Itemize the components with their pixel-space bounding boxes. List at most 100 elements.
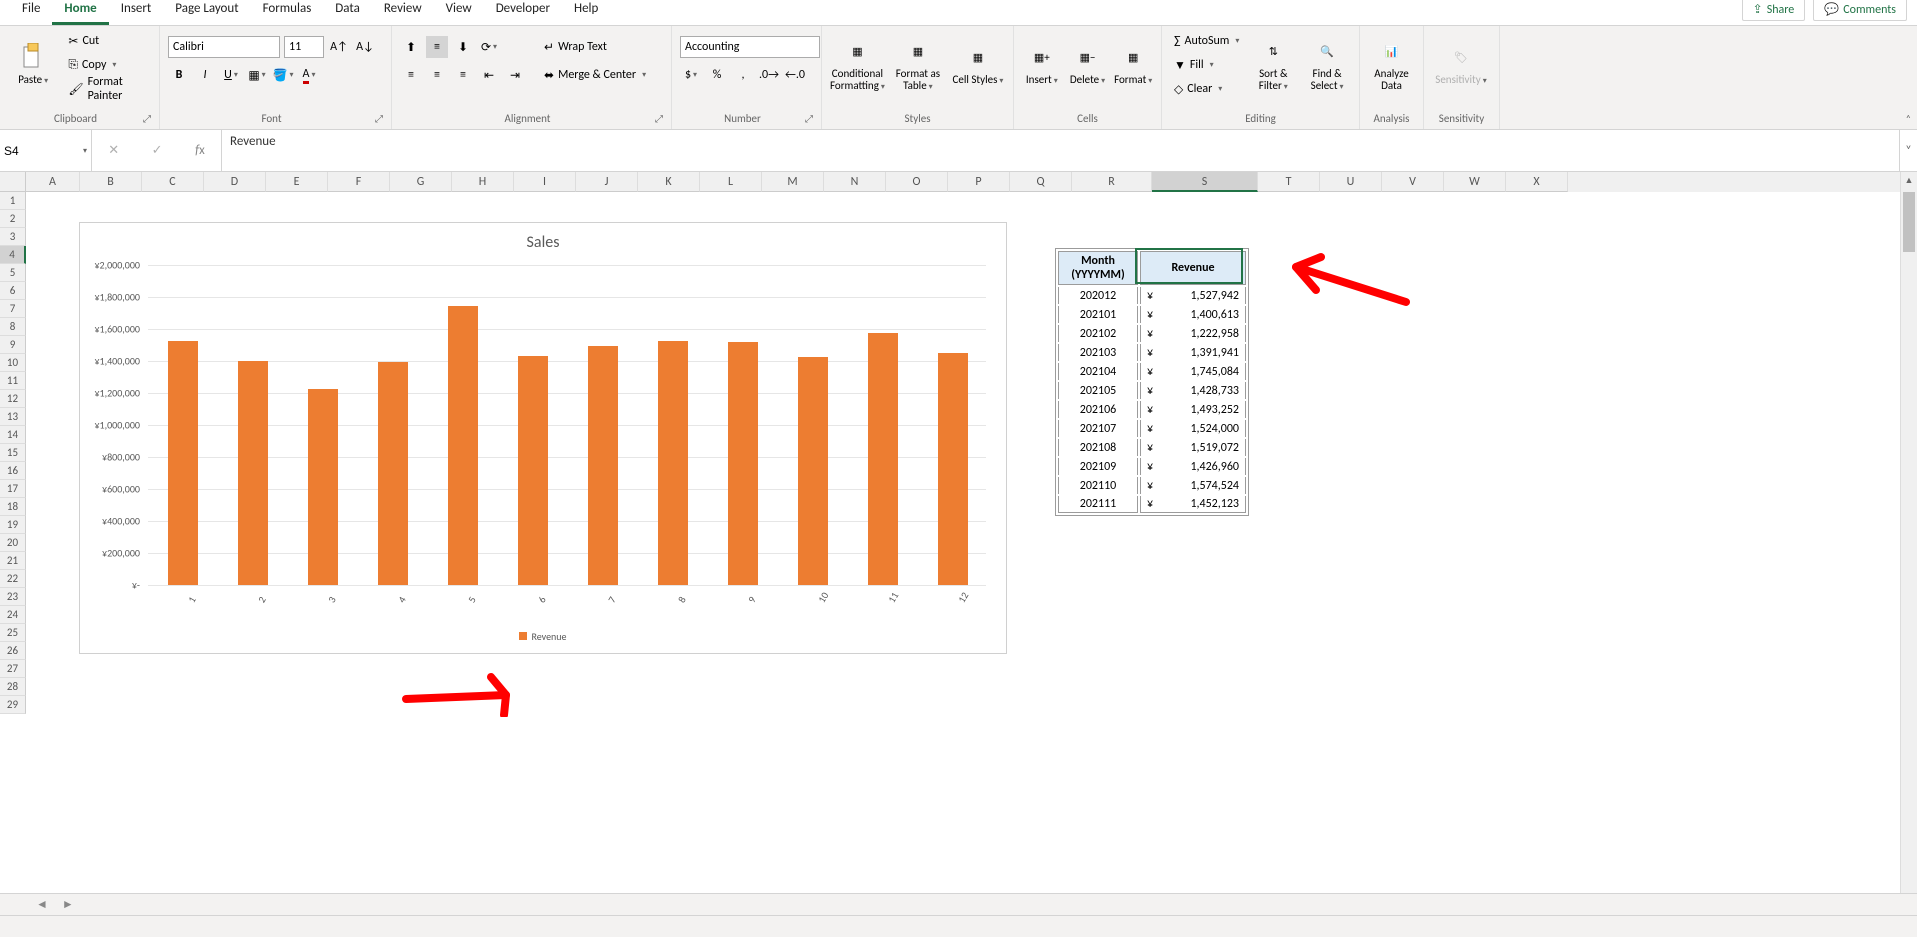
cell-revenue-wrap[interactable]: ¥1,391,941	[1140, 344, 1246, 361]
number-format-select[interactable]	[680, 36, 820, 58]
sort-filter-button[interactable]: ⇅Sort & Filter	[1249, 30, 1297, 100]
delete-cells-button[interactable]: ▦−Delete	[1068, 30, 1108, 100]
orientation-icon[interactable]: ⟳	[478, 36, 500, 58]
number-launcher-icon[interactable]: ⤢	[805, 112, 813, 125]
align-bottom-icon[interactable]: ⬇	[452, 36, 474, 58]
column-header[interactable]: E	[266, 172, 328, 192]
share-button[interactable]: ⇪ Share	[1742, 0, 1806, 21]
chart-bar[interactable]	[308, 389, 338, 585]
scroll-up-icon[interactable]: ▲	[1901, 172, 1917, 189]
column-header[interactable]: L	[700, 172, 762, 192]
cell-month[interactable]: 202109	[1058, 458, 1138, 475]
accounting-format-icon[interactable]: $	[680, 64, 702, 86]
decrease-font-icon[interactable]: A↓	[354, 36, 376, 58]
row-header[interactable]: 20	[0, 534, 26, 552]
column-header[interactable]: N	[824, 172, 886, 192]
conditional-formatting-button[interactable]: ▦Conditional Formatting	[830, 30, 885, 100]
font-color-button[interactable]: A	[298, 64, 320, 86]
sheet-nav-prev-icon[interactable]: ◄	[30, 897, 54, 912]
cell-revenue-wrap[interactable]: ¥1,493,252	[1140, 401, 1246, 418]
table-row[interactable]: 202106¥1,493,252	[1058, 401, 1246, 418]
comments-button[interactable]: 💬 Comments	[1813, 0, 1907, 21]
cell-month[interactable]: 202103	[1058, 344, 1138, 361]
row-header[interactable]: 27	[0, 660, 26, 678]
name-box-dropdown-icon[interactable]: ▾	[83, 146, 87, 156]
column-header[interactable]: C	[142, 172, 204, 192]
row-header[interactable]: 25	[0, 624, 26, 642]
cell-revenue-wrap[interactable]: ¥1,745,084	[1140, 363, 1246, 380]
cell-month[interactable]: 202108	[1058, 439, 1138, 456]
clipboard-launcher-icon[interactable]: ⤢	[143, 112, 151, 125]
align-right-icon[interactable]: ≡	[452, 64, 474, 86]
cell-styles-button[interactable]: ▦Cell Styles	[951, 30, 1005, 100]
cell-month[interactable]: 202104	[1058, 363, 1138, 380]
chart-bar[interactable]	[448, 306, 478, 585]
cell-month[interactable]: 202012	[1058, 287, 1138, 304]
column-header[interactable]: H	[452, 172, 514, 192]
row-header[interactable]: 14	[0, 426, 26, 444]
cell-month[interactable]: 202107	[1058, 420, 1138, 437]
decrease-indent-icon[interactable]: ⇤	[478, 64, 500, 86]
clear-button[interactable]: ◇Clear	[1170, 78, 1243, 100]
cell-revenue-wrap[interactable]: ¥1,574,524	[1140, 477, 1246, 494]
bold-button[interactable]: B	[168, 64, 190, 86]
enter-formula-icon[interactable]: ✓	[152, 143, 163, 158]
row-header[interactable]: 7	[0, 300, 26, 318]
cell-month[interactable]: 202111	[1058, 496, 1138, 513]
row-header[interactable]: 12	[0, 390, 26, 408]
cell-revenue-wrap[interactable]: ¥1,524,000	[1140, 420, 1246, 437]
tab-file[interactable]: File	[10, 0, 52, 25]
column-header[interactable]: G	[390, 172, 452, 192]
insert-cells-button[interactable]: ▦+Insert	[1022, 30, 1062, 100]
column-header[interactable]: W	[1444, 172, 1506, 192]
column-header[interactable]: Q	[1010, 172, 1072, 192]
expand-formula-bar-icon[interactable]: ˅	[1899, 130, 1917, 171]
cut-button[interactable]: ✂Cut	[64, 30, 151, 52]
column-header[interactable]: X	[1506, 172, 1568, 192]
collapse-ribbon-icon[interactable]: ˄	[1906, 112, 1911, 125]
fill-button[interactable]: ▼Fill	[1170, 54, 1243, 76]
row-header[interactable]: 6	[0, 282, 26, 300]
format-cells-button[interactable]: ▦Format	[1113, 30, 1153, 100]
find-select-button[interactable]: 🔍Find & Select	[1303, 30, 1351, 100]
table-row[interactable]: 202101¥1,400,613	[1058, 306, 1246, 323]
sheet-nav-next-icon[interactable]: ►	[56, 897, 80, 912]
name-box[interactable]: ▾	[0, 130, 92, 171]
sheet-tab-bar[interactable]: ◄ ►	[0, 893, 1917, 915]
scroll-thumb[interactable]	[1903, 192, 1915, 252]
cell-revenue-wrap[interactable]: ¥1,519,072	[1140, 439, 1246, 456]
cancel-formula-icon[interactable]: ✕	[108, 143, 119, 158]
tab-view[interactable]: View	[434, 0, 484, 25]
chart-bar[interactable]	[868, 333, 898, 585]
tab-review[interactable]: Review	[372, 0, 434, 25]
fill-color-button[interactable]: 🪣	[272, 64, 294, 86]
row-header[interactable]: 19	[0, 516, 26, 534]
column-header[interactable]: V	[1382, 172, 1444, 192]
cell-month[interactable]: 202105	[1058, 382, 1138, 399]
increase-font-icon[interactable]: A↑	[328, 36, 350, 58]
column-header[interactable]: B	[80, 172, 142, 192]
format-as-table-button[interactable]: ▦Format as Table	[891, 30, 945, 100]
row-header[interactable]: 5	[0, 264, 26, 282]
column-header[interactable]: D	[204, 172, 266, 192]
cell-month[interactable]: 202101	[1058, 306, 1138, 323]
row-header[interactable]: 2	[0, 210, 26, 228]
cell-month[interactable]: 202106	[1058, 401, 1138, 418]
row-header[interactable]: 22	[0, 570, 26, 588]
row-header[interactable]: 8	[0, 318, 26, 336]
row-header[interactable]: 28	[0, 678, 26, 696]
column-header[interactable]: O	[886, 172, 948, 192]
row-header[interactable]: 16	[0, 462, 26, 480]
underline-button[interactable]: U	[220, 64, 242, 86]
font-size-input[interactable]	[284, 36, 324, 58]
borders-button[interactable]: ▦	[246, 64, 268, 86]
revenue-data-table[interactable]: Month (YYYYMM) Revenue 202012¥1,527,9422…	[1055, 248, 1249, 516]
cell-revenue-wrap[interactable]: ¥1,400,613	[1140, 306, 1246, 323]
column-header[interactable]: P	[948, 172, 1010, 192]
font-launcher-icon[interactable]: ⤢	[375, 112, 383, 125]
cell-revenue-wrap[interactable]: ¥1,452,123	[1140, 496, 1246, 513]
chart-bar[interactable]	[798, 357, 828, 585]
vertical-scrollbar[interactable]: ▲ ▼	[1900, 172, 1917, 915]
embedded-chart[interactable]: Sales ¥-¥200,000¥400,000¥600,000¥800,000…	[79, 222, 1007, 654]
increase-decimal-icon[interactable]: .0→	[758, 64, 780, 86]
